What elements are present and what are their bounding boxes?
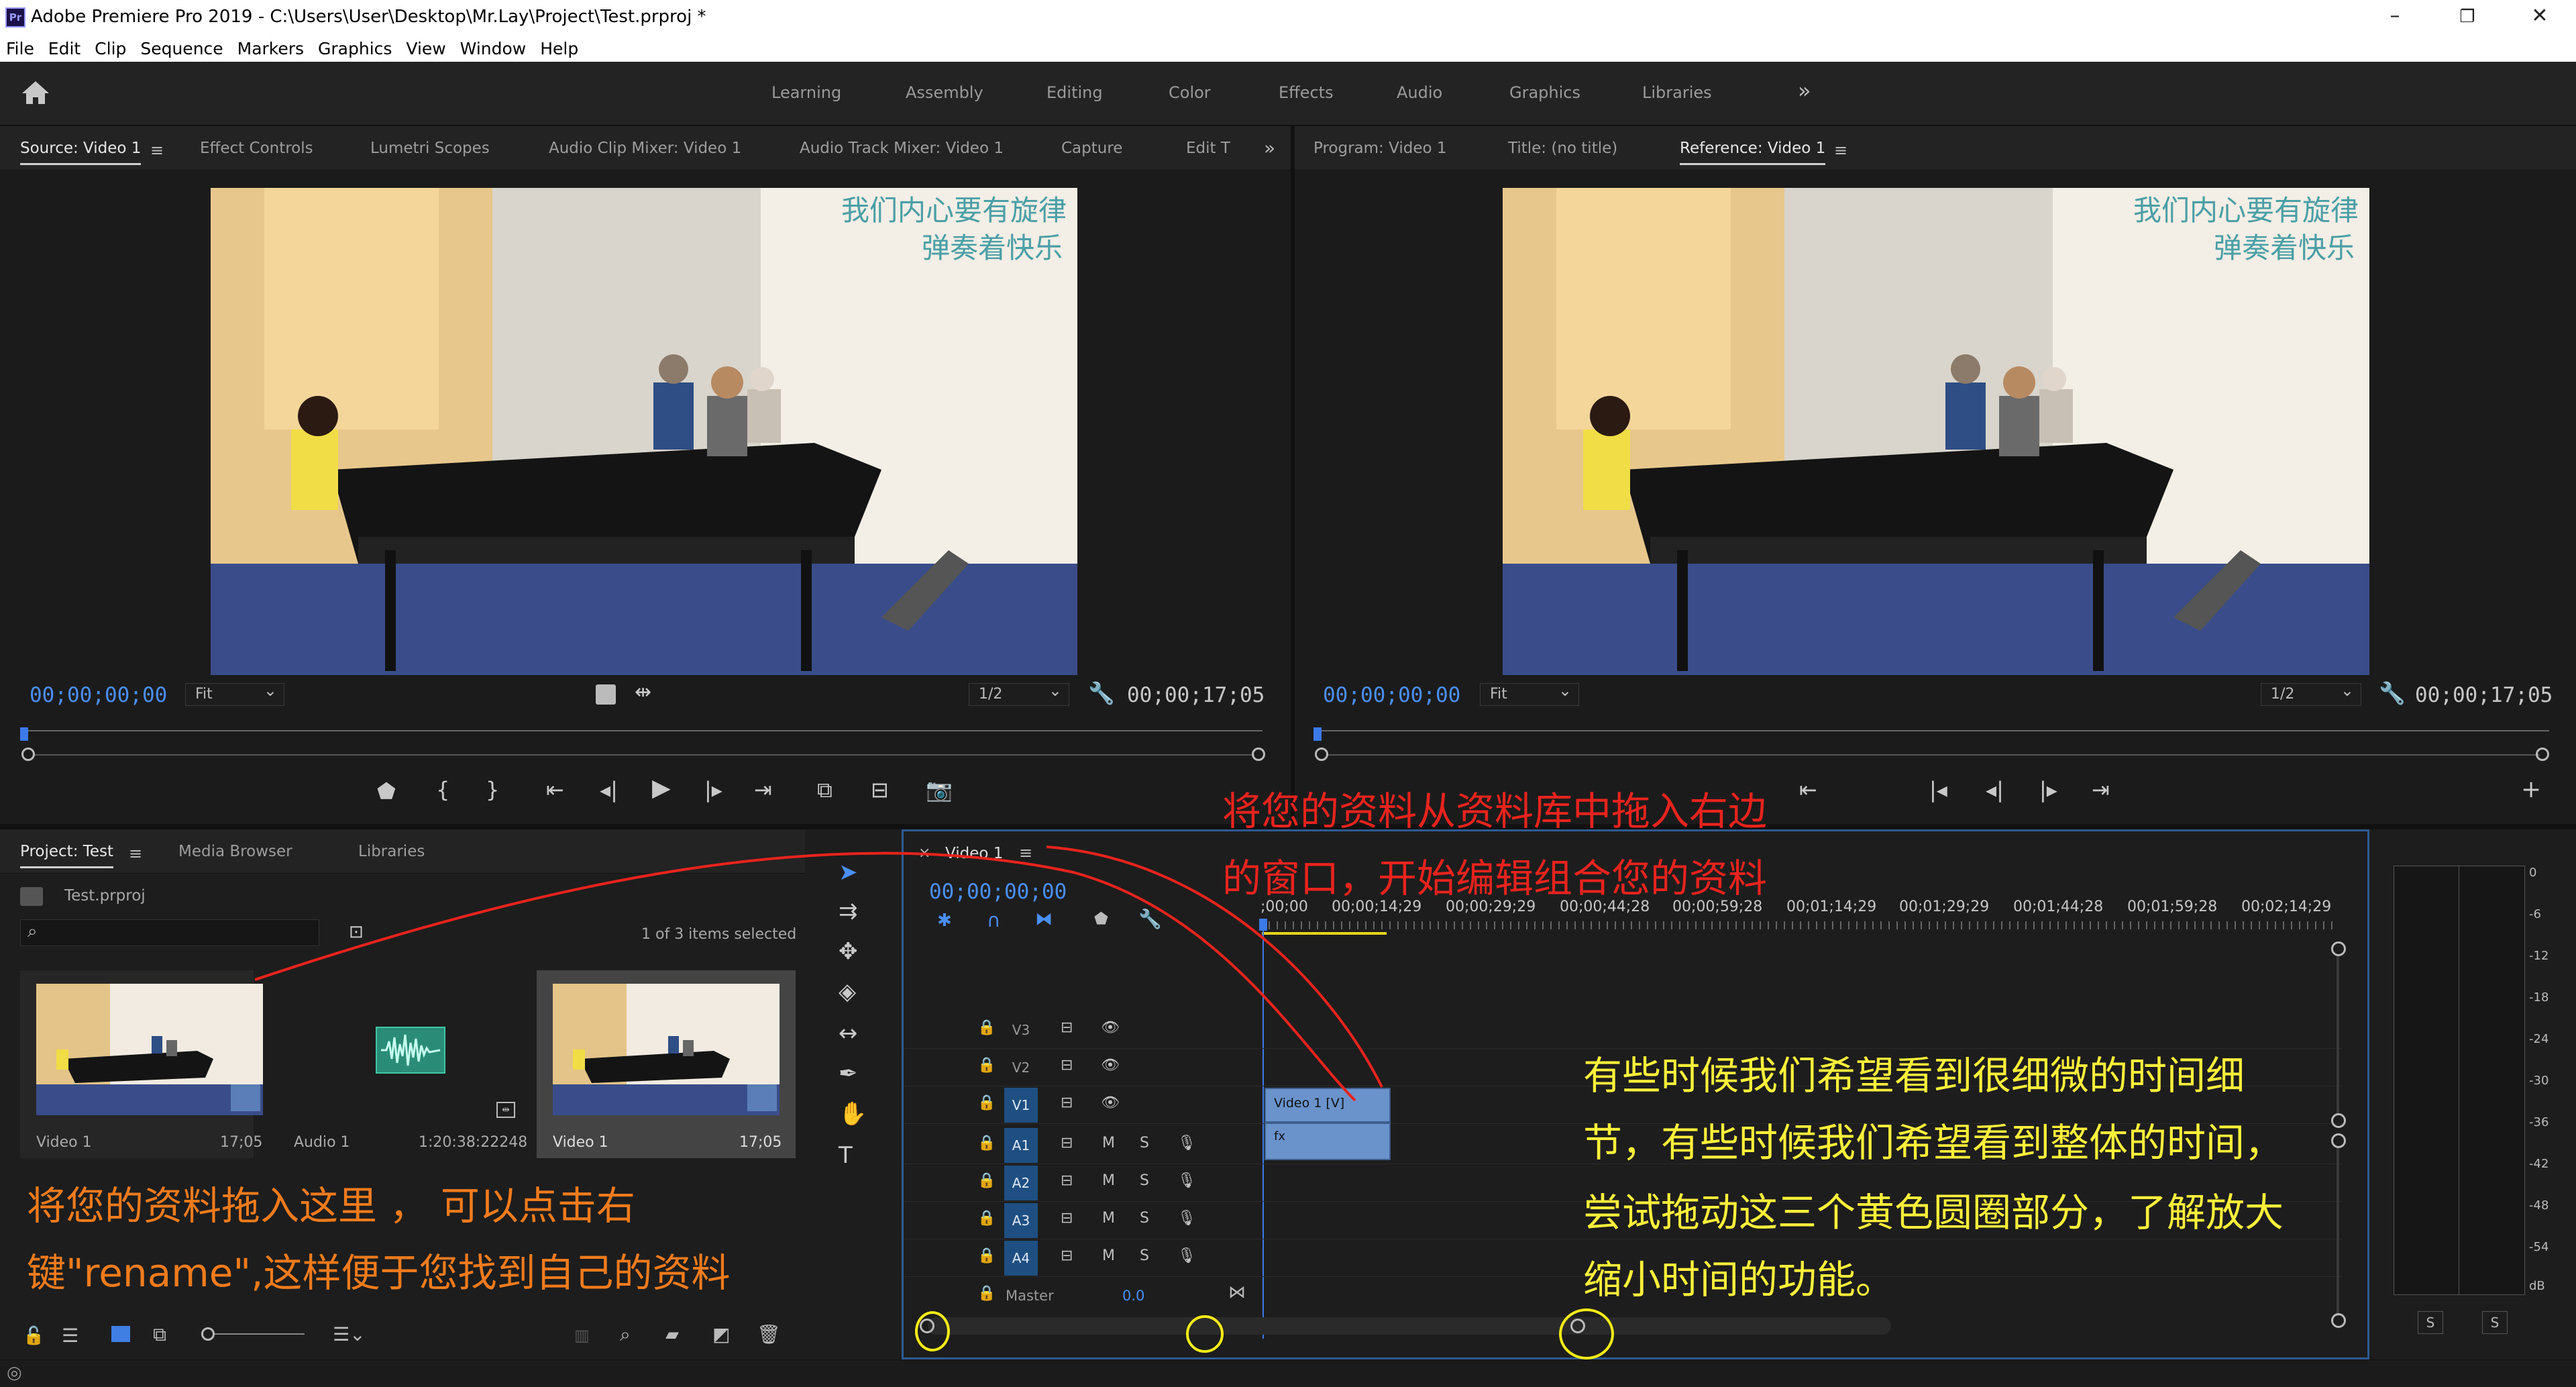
annotation-top-line2: 的窗口，开始编辑组合您的资料	[1222, 856, 1768, 901]
annotation-left-line1: 将您的资料拖入这里 ， 可以点击右	[27, 1183, 635, 1229]
annotation-right-line2: 节，有些时候我们希望看到整体的时间，	[1583, 1120, 2284, 1166]
zoom-handle-highlight	[1559, 1308, 1614, 1359]
annotation-top-line1: 将您的资料从资料库中拖入右边	[1222, 788, 1768, 834]
annotation-left-line2: 键"rename",这样便于您找到自己的资料	[27, 1250, 731, 1296]
zoom-handle-highlight	[915, 1311, 950, 1351]
annotation-right-line4: 缩小时间的功能。	[1583, 1257, 1895, 1302]
zoom-handle-highlight	[1186, 1315, 1224, 1353]
annotation-right-line3: 尝试拖动这三个黄色圆圈部分，了解放大	[1583, 1190, 2284, 1235]
annotation-right-line1: 有些时候我们希望看到很细微的时间细	[1583, 1053, 2245, 1098]
